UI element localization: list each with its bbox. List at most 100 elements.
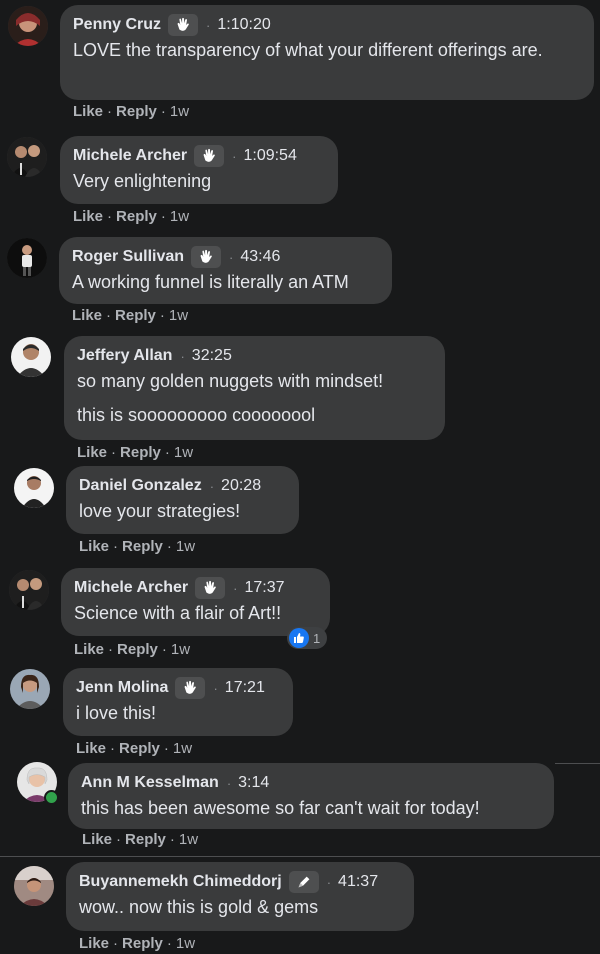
avatar[interactable] <box>14 468 54 508</box>
timestamp-link[interactable]: 17:37 <box>244 579 284 597</box>
thread-divider <box>555 763 600 764</box>
separator: · <box>113 935 119 952</box>
comment-bubble: Roger Sullivan · 43:46 A working funnel … <box>59 237 392 304</box>
reply-button[interactable]: Reply <box>119 740 160 757</box>
wave-badge-icon <box>175 677 206 699</box>
avatar[interactable] <box>8 6 48 46</box>
comment-bubble: Michele Archer · 17:37 Science with a fl… <box>61 568 330 636</box>
separator: · <box>163 740 169 757</box>
comment-age[interactable]: 1w <box>176 935 195 952</box>
separator: · <box>166 538 172 555</box>
reaction-count-value: 1 <box>313 630 321 646</box>
author-name[interactable]: Jeffery Allan <box>77 347 172 365</box>
like-button[interactable]: Like <box>74 641 104 658</box>
reaction-count[interactable]: 1 <box>287 627 328 649</box>
separator: · <box>160 208 166 225</box>
author-name[interactable]: Buyannemekh Chimeddorj <box>79 873 282 891</box>
like-button[interactable]: Like <box>79 538 109 555</box>
online-status-indicator <box>44 790 59 805</box>
timestamp-link[interactable]: 32:25 <box>192 347 232 365</box>
like-button[interactable]: Like <box>73 103 103 120</box>
comment-actions: Like · Reply · 1w <box>76 740 192 757</box>
timestamp-link[interactable]: 20:28 <box>221 477 261 495</box>
separator: · <box>213 680 218 696</box>
separator: · <box>107 208 113 225</box>
avatar[interactable] <box>9 570 49 610</box>
comment-actions: Like · Reply · 1w <box>73 208 189 225</box>
comment-age[interactable]: 1w <box>176 538 195 555</box>
comment-bubble: Jenn Molina · 17:21 i love this! <box>63 668 293 736</box>
like-button[interactable]: Like <box>76 740 106 757</box>
comment-age[interactable]: 1w <box>171 641 190 658</box>
comment-text: i love this! <box>76 703 157 723</box>
like-button[interactable]: Like <box>72 307 102 324</box>
reply-button[interactable]: Reply <box>117 641 158 658</box>
avatar[interactable] <box>10 669 50 709</box>
author-name[interactable]: Jenn Molina <box>76 679 168 697</box>
comment-text: Science with a flair of Art!! <box>74 603 282 623</box>
comment-text: this has been awesome so far can't wait … <box>81 798 480 818</box>
like-button[interactable]: Like <box>77 444 107 461</box>
separator: · <box>113 538 119 555</box>
separator: · <box>108 641 114 658</box>
separator: · <box>160 103 166 120</box>
comment-actions: Like · Reply · 1w <box>74 641 190 658</box>
avatar[interactable] <box>14 866 54 906</box>
avatar[interactable] <box>7 238 47 278</box>
comment-age[interactable]: 1w <box>173 740 192 757</box>
comment-text: so many golden nuggets with mindset! <box>77 371 384 391</box>
comment-actions: Like · Reply · 1w <box>82 831 198 848</box>
comment-text: Very enlightening <box>73 171 212 191</box>
comment-bubble: Daniel Gonzalez · 20:28 love your strate… <box>66 466 299 534</box>
comment-age[interactable]: 1w <box>169 307 188 324</box>
separator: · <box>226 775 232 791</box>
wave-badge-icon <box>168 14 199 36</box>
timestamp-link[interactable]: 41:37 <box>338 873 378 891</box>
like-button[interactable]: Like <box>82 831 112 848</box>
author-name[interactable]: Daniel Gonzalez <box>79 477 202 495</box>
avatar[interactable] <box>7 137 47 177</box>
wave-badge-icon <box>191 246 222 268</box>
timestamp-link[interactable]: 17:21 <box>225 679 265 697</box>
comment-actions: Like · Reply · 1w <box>79 538 195 555</box>
timestamp-link[interactable]: 43:46 <box>240 248 280 266</box>
timestamp-link[interactable]: 3:14 <box>238 774 269 792</box>
reply-button[interactable]: Reply <box>115 307 156 324</box>
wave-badge-icon <box>195 577 226 599</box>
separator: · <box>206 17 211 33</box>
comment-bubble: Buyannemekh Chimeddorj · 41:37 wow.. now… <box>66 862 414 931</box>
separator: · <box>229 249 234 265</box>
like-button[interactable]: Like <box>79 935 109 952</box>
comment-age[interactable]: 1w <box>179 831 198 848</box>
author-name[interactable]: Michele Archer <box>74 579 188 597</box>
reply-button[interactable]: Reply <box>122 935 163 952</box>
separator: · <box>209 478 215 494</box>
wave-badge-icon <box>194 145 225 167</box>
author-name[interactable]: Ann M Kesselman <box>81 774 219 792</box>
comment-age[interactable]: 1w <box>170 103 189 120</box>
author-name[interactable]: Michele Archer <box>73 147 187 165</box>
comment-bubble: Penny Cruz · 1:10:20 LOVE the transparen… <box>60 5 594 100</box>
author-name[interactable]: Penny Cruz <box>73 16 161 34</box>
comment-age[interactable]: 1w <box>174 444 193 461</box>
avatar[interactable] <box>11 337 51 377</box>
reply-button[interactable]: Reply <box>122 538 163 555</box>
comment-age[interactable]: 1w <box>170 208 189 225</box>
separator: · <box>164 444 170 461</box>
timestamp-link[interactable]: 1:10:20 <box>217 16 270 34</box>
author-name[interactable]: Roger Sullivan <box>72 248 184 266</box>
reply-button[interactable]: Reply <box>120 444 161 461</box>
reply-button[interactable]: Reply <box>116 208 157 225</box>
comment-actions: Like · Reply · 1w <box>72 307 188 324</box>
timestamp-link[interactable]: 1:09:54 <box>243 147 296 165</box>
reply-button[interactable]: Reply <box>125 831 166 848</box>
separator: · <box>111 444 117 461</box>
reply-button[interactable]: Reply <box>116 103 157 120</box>
comment-actions: Like · Reply · 1w <box>73 103 189 120</box>
separator: · <box>232 148 237 164</box>
separator: · <box>107 103 113 120</box>
thumbs-up-icon <box>289 628 309 648</box>
separator: · <box>233 580 238 596</box>
comment-bubble: Jeffery Allan · 32:25 so many golden nug… <box>64 336 445 440</box>
like-button[interactable]: Like <box>73 208 103 225</box>
